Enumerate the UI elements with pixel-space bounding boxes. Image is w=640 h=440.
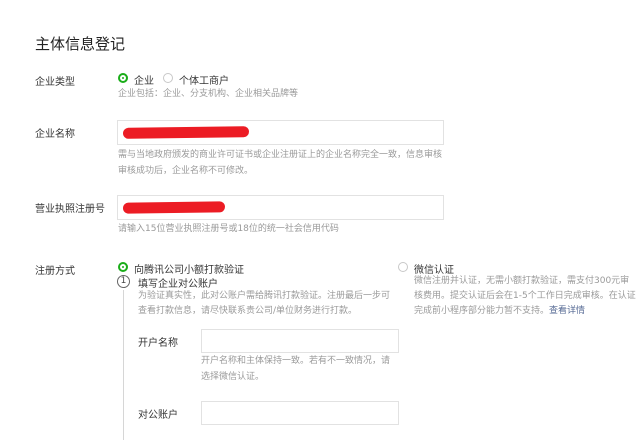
account-name-input[interactable]: [201, 329, 399, 353]
wechat-desc-line3: 完成前小程序部分能力暂不支持。: [414, 306, 550, 316]
account-name-label: 开户名称: [138, 338, 178, 349]
registration-option-wechat[interactable]: 微信认证: [398, 260, 478, 276]
company-type-option-individual[interactable]: 个体工商户: [163, 71, 243, 87]
page-title: 主体信息登记: [35, 35, 126, 53]
step-timeline-line: [123, 290, 124, 440]
company-name-hint-line2: 审核成功后，企业名称不可修改。: [118, 166, 254, 176]
account-number-label: 对公账户: [138, 410, 178, 421]
wechat-details-link[interactable]: 查看详情: [549, 306, 585, 316]
redaction-mark: [122, 201, 226, 214]
account-number-input[interactable]: [201, 401, 399, 425]
wechat-desc-line3-row: 完成前小程序部分能力暂不支持。查看详情: [414, 303, 585, 320]
company-type-option-individual-label: 个体工商户: [179, 76, 229, 87]
radio-selected-icon[interactable]: [118, 73, 128, 83]
license-number-hint: 请输入15位营业执照注册号或18位的统一社会信用代码: [118, 224, 339, 234]
step-number-badge: 1: [117, 275, 130, 288]
company-name-label: 企业名称: [35, 129, 75, 140]
registration-option-tencent[interactable]: 向腾讯公司小额打款验证: [118, 260, 278, 276]
account-name-hint-line1: 开户名称和主体保持一致。若有不一致情况，请: [201, 356, 391, 366]
radio-unselected-icon[interactable]: [398, 262, 408, 272]
account-name-hint-line2: 选择微信认证。: [201, 372, 265, 382]
step-desc-line2: 查看打款信息，请尽快联系贵公司/单位财务进行打款。: [138, 306, 358, 316]
radio-selected-icon[interactable]: [118, 262, 128, 272]
company-type-label: 企业类型: [35, 77, 75, 88]
company-type-option-enterprise-label: 企业: [134, 76, 154, 87]
registration-option-tencent-label: 向腾讯公司小额打款验证: [134, 265, 244, 276]
company-name-hint-line1: 需与当地政府颁发的商业许可证书或企业注册证上的企业名称完全一致，信息审核: [118, 150, 443, 160]
license-number-label: 营业执照注册号: [35, 204, 105, 215]
radio-unselected-icon[interactable]: [163, 73, 173, 83]
registration-label: 注册方式: [35, 266, 75, 277]
redaction-mark: [122, 126, 250, 139]
company-type-hint: 企业包括：企业、分支机构、企业相关品牌等: [118, 89, 299, 99]
